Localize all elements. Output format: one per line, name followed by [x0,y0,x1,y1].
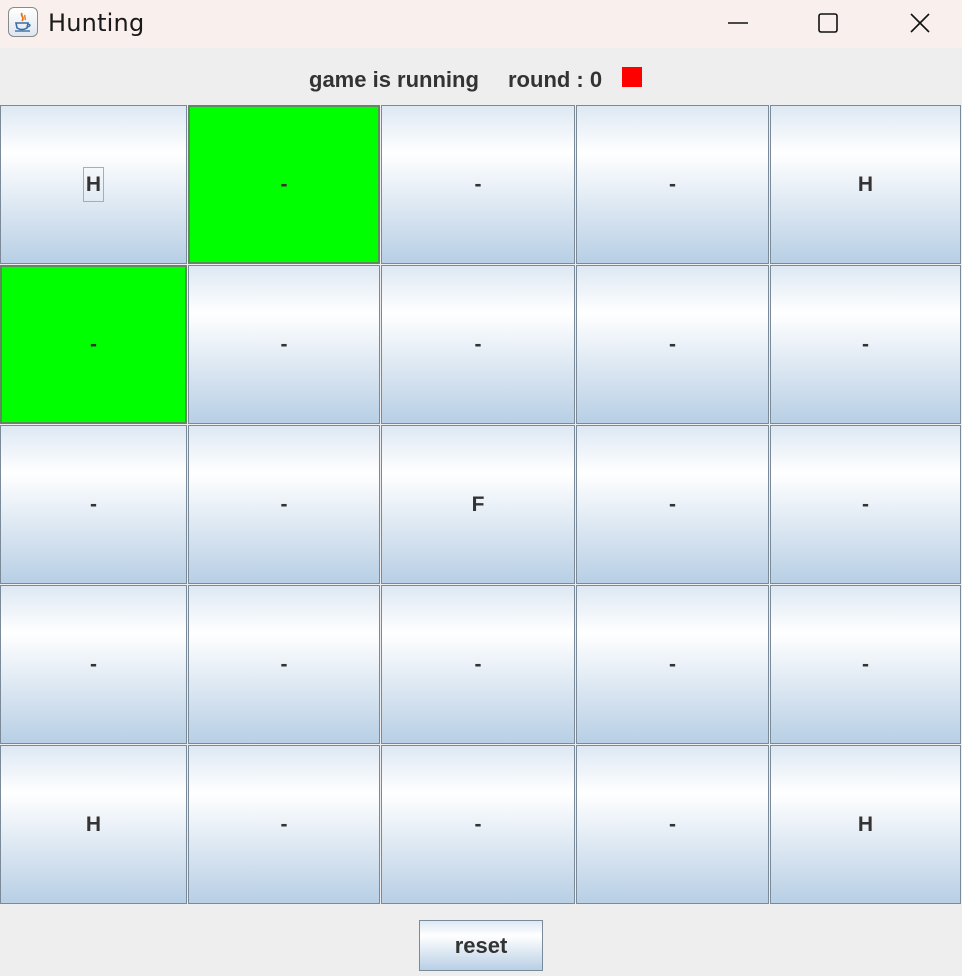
reset-button-label: reset [454,932,508,958]
board-cell-label: F [471,493,485,516]
board-cell-r4-c2[interactable]: - [381,745,575,904]
minimize-button[interactable] [692,0,784,48]
status-bar: game is running round : 0 [0,50,962,105]
round-counter-label: round : 0 [508,67,603,92]
close-icon [910,13,930,33]
board-cell-r3-c3[interactable]: - [576,585,769,744]
board-cell-label: - [474,653,482,676]
board-cell-r3-c1[interactable]: - [188,585,380,744]
board-cell-r0-c4[interactable]: H [770,105,961,264]
java-cup-icon [8,7,38,37]
board-cell-r2-c1[interactable]: - [188,425,380,584]
board-cell-r2-c0[interactable]: - [0,425,187,584]
board-cell-r2-c2[interactable]: F [381,425,575,584]
board-cell-label: - [474,173,482,196]
board-cell-r0-c2[interactable]: - [381,105,575,264]
minimize-icon [728,22,748,24]
board-cell-r1-c3[interactable]: - [576,265,769,424]
board-cell-label: - [669,813,676,836]
board-cell-label: - [669,653,676,676]
board-cell-label: - [474,813,482,836]
window-title: Hunting [48,9,145,37]
board-cell-label: - [280,493,288,516]
board-cell-label: - [669,173,676,196]
board-cell-r1-c0[interactable]: - [0,265,187,424]
close-button[interactable] [874,0,962,48]
board-cell-label: - [669,333,676,356]
game-state-label: game is running [309,67,479,92]
board-cell-r2-c4[interactable]: - [770,425,961,584]
board-cell-label: H [857,813,874,836]
board-cell-label: - [474,333,482,356]
status-indicator-square [622,67,642,87]
maximize-button[interactable] [782,0,874,48]
board-cell-label: - [90,493,97,516]
board-cell-r0-c3[interactable]: - [576,105,769,264]
board-cell-r1-c1[interactable]: - [188,265,380,424]
board-cell-r4-c0[interactable]: H [0,745,187,904]
board-cell-r0-c0[interactable]: H [0,105,187,264]
board-cell-label: - [862,653,869,676]
board-cell-r1-c2[interactable]: - [381,265,575,424]
board-cell-r3-c4[interactable]: - [770,585,961,744]
board-cell-label: H [85,813,102,836]
board-cell-label: H [857,173,874,196]
board-cell-label: - [280,653,288,676]
board-cell-label: - [280,333,288,356]
board-cell-label: - [280,813,288,836]
board-cell-r4-c3[interactable]: - [576,745,769,904]
maximize-icon [818,13,838,33]
board-cell-r4-c1[interactable]: - [188,745,380,904]
board-cell-label: - [280,173,288,196]
title-bar[interactable]: Hunting [0,0,962,48]
board-cell-label: - [862,333,869,356]
board-cell-r0-c1[interactable]: - [188,105,380,264]
board-cell-r4-c4[interactable]: H [770,745,961,904]
board-cell-r3-c2[interactable]: - [381,585,575,744]
board-cell-label: - [669,493,676,516]
board-cell-r3-c0[interactable]: - [0,585,187,744]
reset-button[interactable]: reset [419,920,543,971]
board-cell-r2-c3[interactable]: - [576,425,769,584]
board-cell-label: H [82,167,105,202]
game-board: H - - - H - - - - - - - F - - - - - - - H - - - H [0,105,962,905]
board-cell-label: - [90,653,97,676]
board-cell-label: - [862,493,869,516]
game-window: Hunting game is running round : 0 H - - - H -… [0,0,962,976]
board-cell-label: - [90,333,97,356]
board-cell-r1-c4[interactable]: - [770,265,961,424]
